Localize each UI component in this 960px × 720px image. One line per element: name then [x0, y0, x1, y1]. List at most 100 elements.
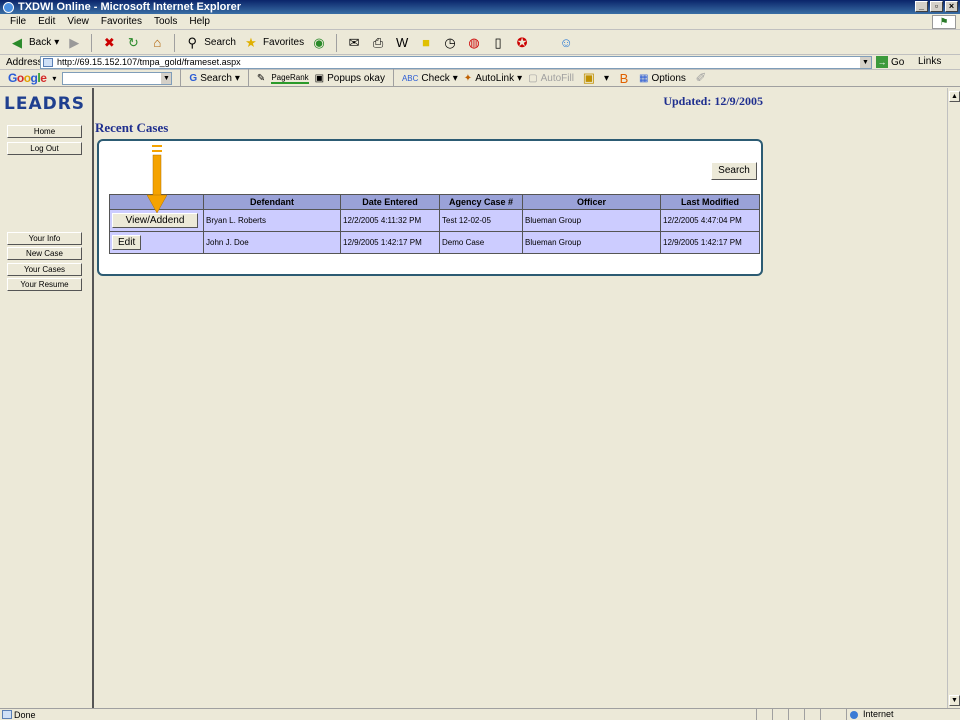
- standard-toolbar: ◀ Back ▾ ▶ ✖ ↻ ⌂ ⚲ Search ★ Favorites ◉ …: [0, 31, 960, 55]
- table-row: View/Addend Bryan L. Roberts 12/2/2005 4…: [109, 209, 760, 232]
- favorites-icon: ★: [245, 34, 257, 50]
- menu-tools[interactable]: Tools: [154, 16, 177, 27]
- menu-help[interactable]: Help: [189, 16, 210, 27]
- windows-logo-icon: ⚑: [932, 15, 956, 29]
- favorites-label: Favorites: [262, 37, 305, 48]
- blogger-icon[interactable]: B: [615, 69, 633, 87]
- nav-your-cases-button[interactable]: Your Cases: [7, 263, 82, 276]
- options-icon: ▦: [638, 72, 649, 84]
- edit-button[interactable]: Edit: [112, 235, 142, 250]
- chevron-down-icon[interactable]: ▼: [860, 57, 871, 68]
- menu-edit[interactable]: Edit: [38, 16, 55, 27]
- media-icon[interactable]: ◉: [310, 34, 328, 52]
- forward-icon[interactable]: ▶: [65, 34, 83, 52]
- address-url: http://69.15.152.107/tmpa_gold/frameset.…: [57, 57, 241, 67]
- print-icon[interactable]: ⎙: [369, 34, 387, 52]
- spellcheck-icon: ABC: [401, 73, 419, 83]
- scroll-down-icon[interactable]: ▼: [949, 695, 960, 706]
- messenger-icon[interactable]: ◷: [441, 34, 459, 52]
- table-cell-defendant: Bryan L. Roberts: [203, 209, 341, 232]
- links-button[interactable]: Links: [918, 56, 941, 67]
- page-icon[interactable]: ▯: [489, 34, 507, 52]
- globe-icon: [850, 711, 858, 719]
- stop-icon[interactable]: ✖: [100, 34, 118, 52]
- back-label: Back: [29, 37, 52, 48]
- mail-icon[interactable]: ✉: [345, 34, 363, 52]
- table-cell-date-entered: 12/9/2005 1:42:17 PM: [340, 231, 440, 254]
- col-agency-case: Agency Case #: [439, 194, 523, 210]
- vertical-scrollbar[interactable]: ▲ ▼: [947, 88, 960, 708]
- tool-icon[interactable]: ✪: [513, 34, 531, 52]
- status-bar: Done Internet: [0, 708, 960, 720]
- page-icon: [43, 58, 53, 67]
- col-date-entered: Date Entered: [340, 194, 440, 210]
- status-cells: [756, 709, 836, 720]
- search-cases-button[interactable]: Search: [711, 162, 757, 180]
- search-icon: ⚲: [187, 34, 198, 50]
- menu-view[interactable]: View: [67, 16, 89, 27]
- google-logo[interactable]: Google: [8, 71, 47, 85]
- annotation-arrow-icon: [147, 145, 167, 214]
- bookmark-icon[interactable]: ▣: [580, 69, 598, 87]
- view-addend-button[interactable]: View/Addend: [112, 213, 198, 228]
- main-frame: Updated: 12/9/2005 Recent Cases Search D…: [95, 88, 947, 708]
- edit-icon[interactable]: W: [393, 34, 411, 52]
- popup-blocker-button[interactable]: ▣ Popups okay: [315, 73, 385, 84]
- table-header-row: Defendant Date Entered Agency Case # Off…: [109, 194, 760, 210]
- nav-your-info-button[interactable]: Your Info: [7, 232, 82, 245]
- refresh-icon[interactable]: ↻: [124, 34, 142, 52]
- table-row: Edit John J. Doe 12/9/2005 1:42:17 PM De…: [109, 231, 760, 254]
- research-icon[interactable]: ◍: [465, 34, 483, 52]
- menu-bar: File Edit View Favorites Tools Help ⚑: [0, 14, 960, 30]
- table-cell-action: Edit: [109, 231, 204, 254]
- nav-your-resume-button[interactable]: Your Resume: [7, 278, 82, 291]
- col-defendant: Defendant: [203, 194, 341, 210]
- scroll-up-icon[interactable]: ▲: [949, 91, 960, 102]
- options-button[interactable]: ▦ Options: [639, 73, 686, 84]
- table-cell-officer: Blueman Group: [522, 231, 661, 254]
- autofill-button: ▢ AutoFill: [528, 72, 574, 84]
- google-g-icon: G: [189, 72, 198, 84]
- close-button[interactable]: ×: [945, 1, 958, 12]
- home-icon[interactable]: ⌂: [148, 34, 166, 52]
- favorites-button[interactable]: ★ Favorites: [242, 34, 304, 52]
- address-bar: Address http://69.15.152.107/tmpa_gold/f…: [0, 55, 960, 70]
- users-icon[interactable]: ☺: [557, 34, 575, 52]
- search-button[interactable]: ⚲ Search: [183, 34, 236, 52]
- autofill-icon: ▢: [528, 72, 538, 84]
- window-titlebar: TXDWI Online - Microsoft Internet Explor…: [0, 0, 960, 14]
- go-label: Go: [891, 56, 905, 68]
- menu-favorites[interactable]: Favorites: [101, 16, 142, 27]
- autolink-icon: ✦: [463, 72, 473, 84]
- search-label: Search: [204, 37, 236, 48]
- google-search-input[interactable]: ▼: [62, 71, 173, 85]
- maximize-button[interactable]: ▫: [930, 1, 943, 12]
- minimize-button[interactable]: _: [915, 1, 928, 12]
- go-button[interactable]: → Go: [876, 56, 904, 68]
- cases-table: Defendant Date Entered Agency Case # Off…: [109, 194, 760, 254]
- highlight-icon[interactable]: ✐: [692, 69, 710, 87]
- table-cell-defendant: John J. Doe: [203, 231, 341, 254]
- zone-label: Internet: [863, 709, 894, 719]
- nav-logout-button[interactable]: Log Out: [7, 142, 82, 155]
- address-label: Address: [6, 56, 43, 68]
- status-text: Done: [14, 709, 36, 720]
- table-cell-last-modified: 12/9/2005 1:42:17 PM: [660, 231, 760, 254]
- table-cell-last-modified: 12/2/2005 4:47:04 PM: [660, 209, 760, 232]
- table-cell-case-no: Demo Case: [439, 231, 523, 254]
- go-arrow-icon: →: [876, 56, 888, 68]
- discuss-icon[interactable]: ■: [417, 34, 435, 52]
- recent-cases-panel: Search Defendant Date Entered Agency Cas…: [97, 139, 763, 276]
- nav-new-case-button[interactable]: New Case: [7, 247, 82, 260]
- pagerank-indicator: PageRank: [271, 72, 309, 84]
- spellcheck-button[interactable]: ABC Check ▾: [402, 73, 458, 84]
- nav-home-button[interactable]: Home: [7, 125, 82, 138]
- google-search-button[interactable]: G Search ▾: [189, 73, 240, 84]
- back-button[interactable]: ◀ Back ▾: [8, 34, 59, 52]
- news-icon[interactable]: ✎: [257, 73, 265, 84]
- address-input[interactable]: http://69.15.152.107/tmpa_gold/frameset.…: [40, 56, 872, 69]
- window-title: TXDWI Online - Microsoft Internet Explor…: [18, 1, 242, 13]
- table-cell-case-no: Test 12-02-05: [439, 209, 523, 232]
- autolink-button[interactable]: ✦ AutoLink ▾: [464, 73, 522, 84]
- menu-file[interactable]: File: [10, 16, 26, 27]
